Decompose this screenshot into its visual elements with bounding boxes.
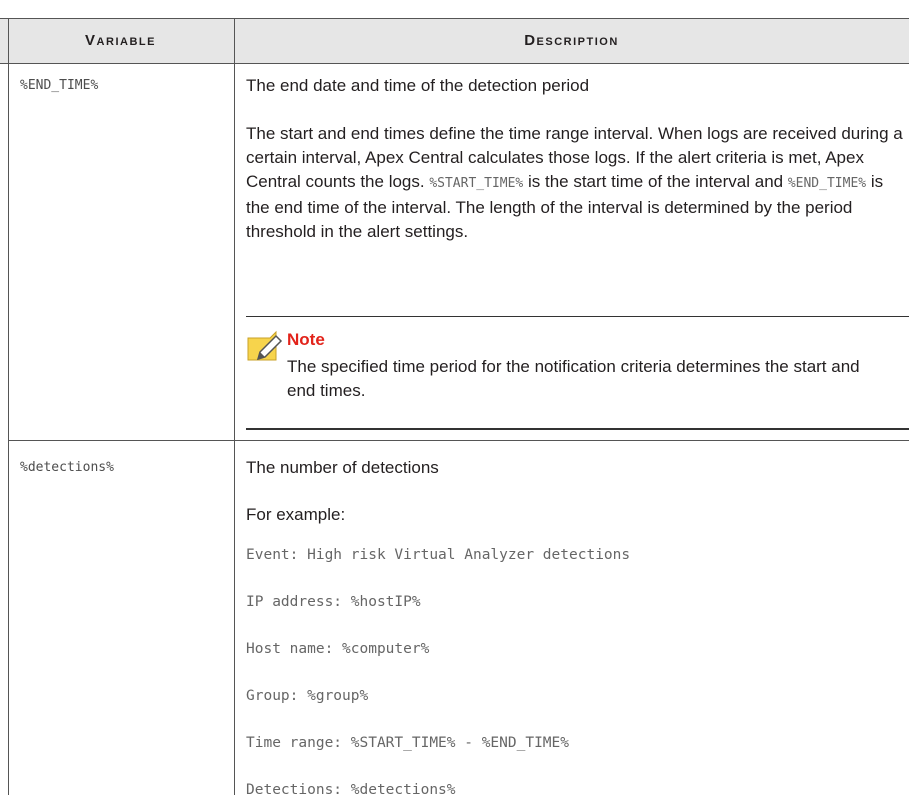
note-top-rule <box>246 316 909 317</box>
example-line: Host name: %computer% <box>246 641 430 657</box>
example-line: IP address: %hostIP% <box>246 594 421 610</box>
variable-detections: %detections% <box>20 460 114 475</box>
header-description: Description <box>524 32 619 49</box>
note-title: Note <box>287 330 325 349</box>
description-detections: The number of detections <box>246 458 439 477</box>
start-time-code: %START_TIME% <box>429 176 524 191</box>
note-body: The specified time period for the notifi… <box>287 357 860 400</box>
row-divider <box>8 440 909 441</box>
description-end-time: The end date and time of the detection p… <box>246 76 590 95</box>
for-example-label: For example: <box>246 505 346 524</box>
example-line: Group: %group% <box>246 688 369 704</box>
column-divider <box>234 18 235 795</box>
interval-paragraph: The start and end times define the time … <box>246 122 906 244</box>
variable-end-time: %END_TIME% <box>20 78 99 93</box>
end-time-code: %END_TIME% <box>787 176 867 191</box>
para-text-b: is the start time of the interval and <box>523 172 788 191</box>
left-border <box>8 18 9 795</box>
note-bottom-rule <box>246 428 909 430</box>
example-line: Event: High risk Virtual Analyzer detect… <box>246 547 631 563</box>
example-line: Detections: %detections% <box>246 782 456 798</box>
variables-table: Variable Description %END_TIME% The end … <box>0 0 909 798</box>
example-line: Time range: %START_TIME% - %END_TIME% <box>246 735 570 751</box>
header-variable: Variable <box>85 32 156 49</box>
note-pencil-icon <box>246 330 284 366</box>
table-header: Variable Description <box>0 18 909 64</box>
